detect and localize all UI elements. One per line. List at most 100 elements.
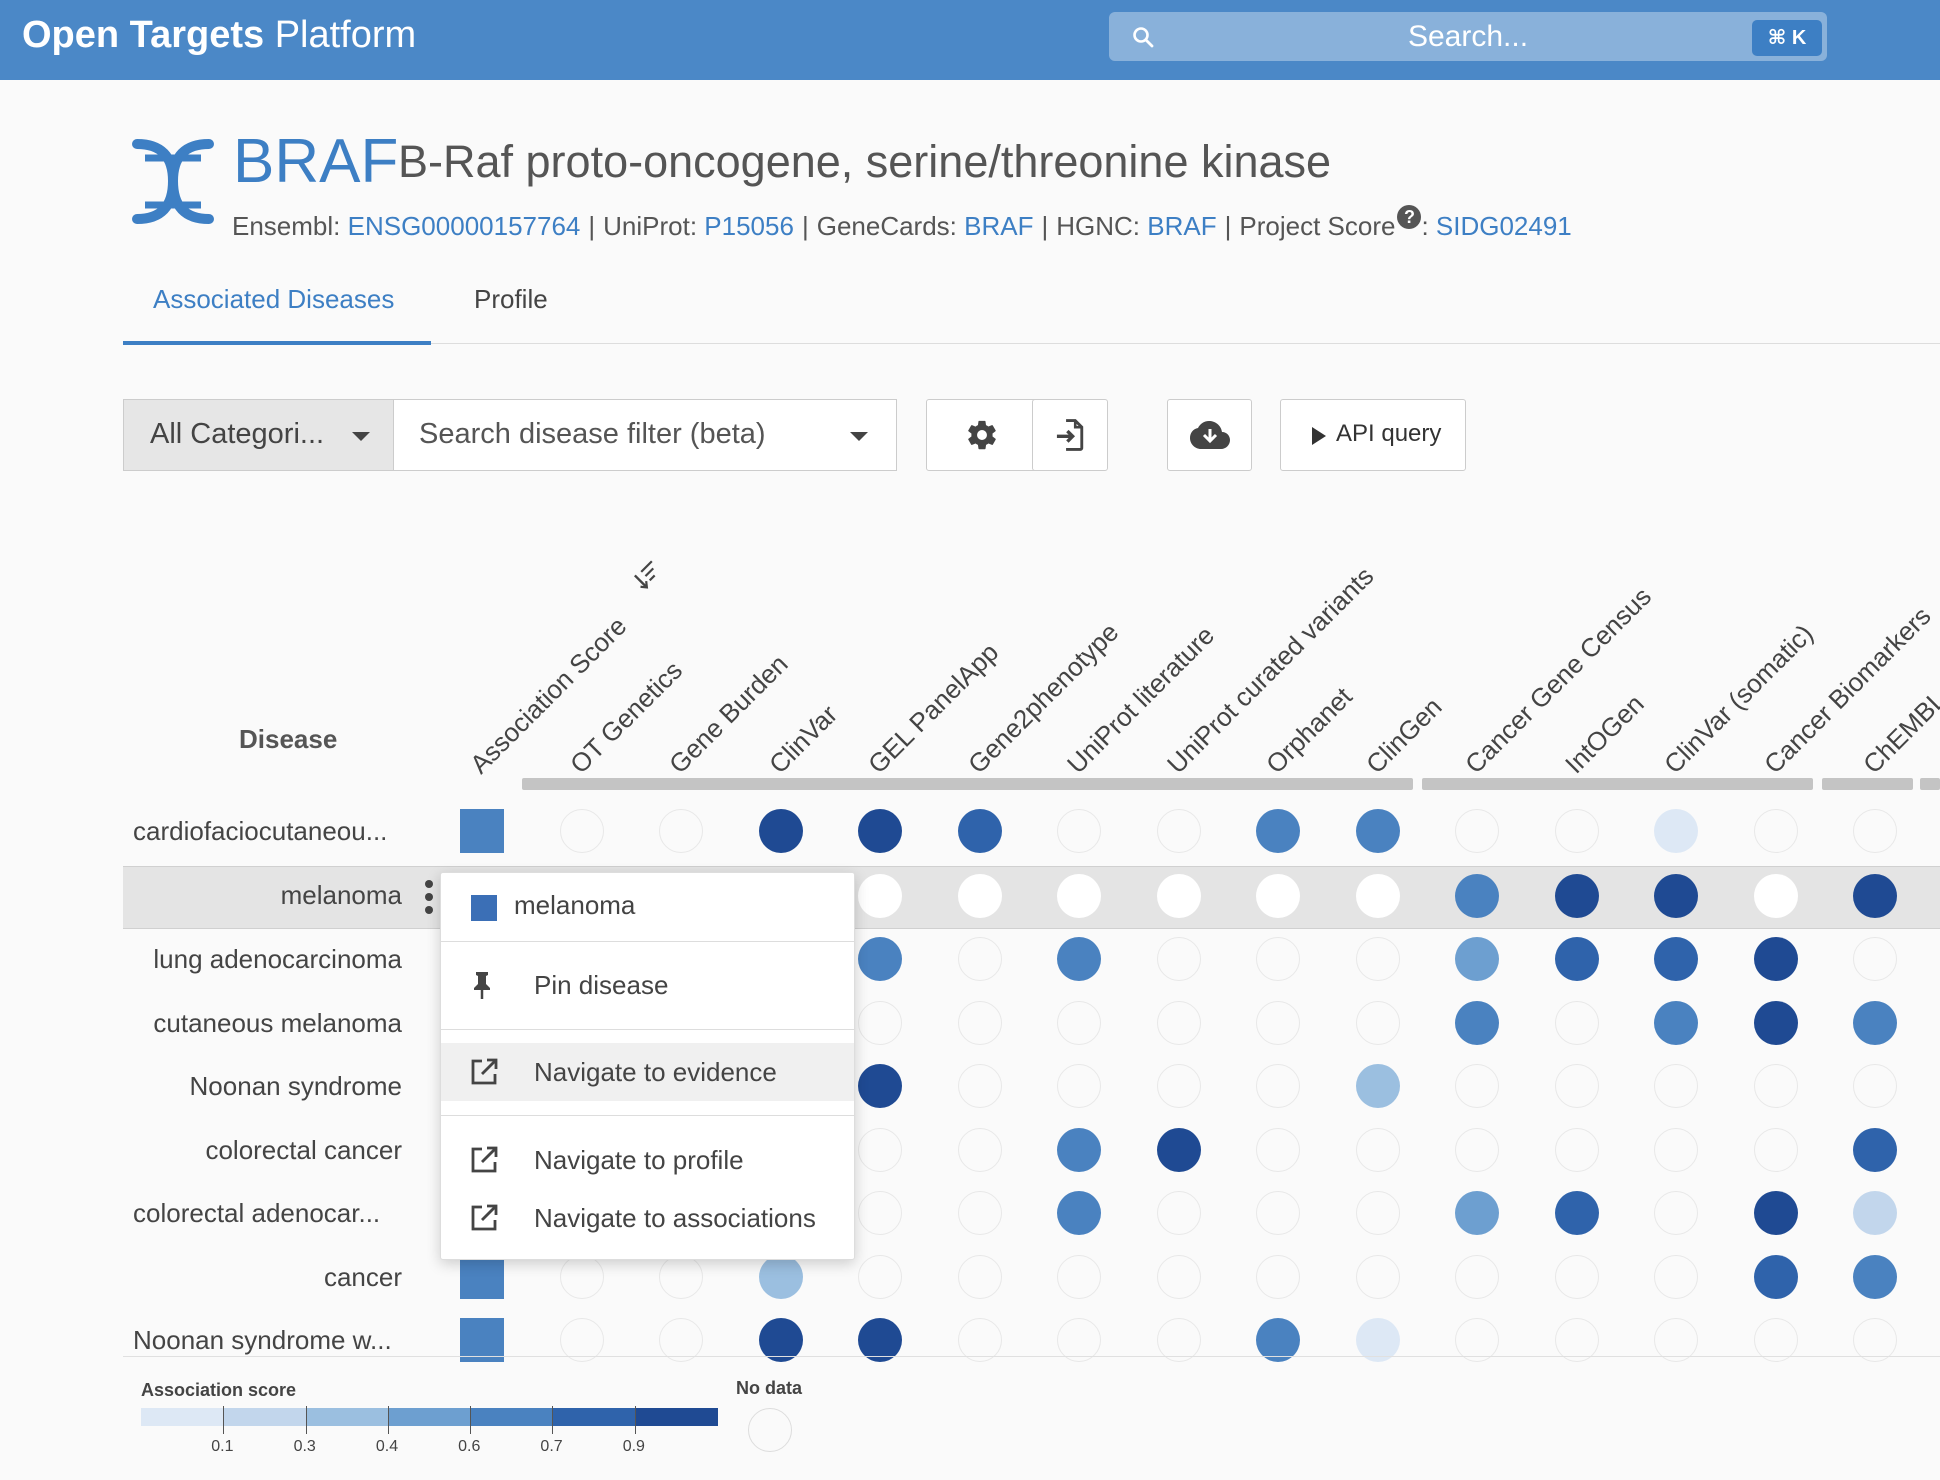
- evidence-cell[interactable]: [1355, 874, 1400, 918]
- evidence-cell[interactable]: [858, 1128, 902, 1172]
- evidence-cell[interactable]: [1654, 1128, 1698, 1172]
- disease-row-label[interactable]: melanoma: [281, 880, 402, 911]
- evidence-cell[interactable]: [1554, 809, 1599, 853]
- evidence-cell[interactable]: [1256, 874, 1300, 918]
- evidence-cell[interactable]: [957, 1128, 1002, 1172]
- column-header-orphanet[interactable]: Orphanet: [1260, 681, 1359, 780]
- export-button[interactable]: [1032, 399, 1108, 471]
- column-header-cancer-biomarkers[interactable]: Cancer Biomarkers: [1758, 601, 1937, 780]
- evidence-cell[interactable]: [1355, 1255, 1400, 1299]
- evidence-cell[interactable]: [1853, 1128, 1897, 1172]
- evidence-cell[interactable]: [1256, 809, 1300, 853]
- evidence-cell[interactable]: [858, 1064, 902, 1108]
- evidence-cell[interactable]: [1057, 1128, 1101, 1172]
- evidence-cell[interactable]: [1554, 1255, 1599, 1299]
- evidence-cell[interactable]: [1753, 1128, 1798, 1172]
- evidence-cell[interactable]: [1355, 1128, 1400, 1172]
- evidence-cell[interactable]: [1753, 1191, 1798, 1235]
- evidence-cell[interactable]: [1654, 809, 1698, 853]
- evidence-cell[interactable]: [957, 937, 1002, 981]
- disease-row-label[interactable]: cancer: [324, 1262, 402, 1293]
- genecards-link[interactable]: BRAF: [964, 211, 1033, 241]
- evidence-cell[interactable]: [1355, 937, 1400, 981]
- evidence-cell[interactable]: [1554, 1001, 1599, 1045]
- evidence-cell[interactable]: [1654, 1064, 1698, 1108]
- association-score-cell[interactable]: [460, 1255, 504, 1299]
- evidence-cell[interactable]: [1355, 1191, 1400, 1235]
- evidence-cell[interactable]: [1156, 1191, 1201, 1235]
- evidence-cell[interactable]: [1256, 1064, 1300, 1108]
- evidence-cell[interactable]: [1853, 1255, 1897, 1299]
- disease-row-label[interactable]: colorectal adenocar...: [133, 1198, 380, 1229]
- evidence-cell[interactable]: [1057, 809, 1101, 853]
- evidence-cell[interactable]: [1753, 809, 1798, 853]
- evidence-cell[interactable]: [957, 1001, 1002, 1045]
- evidence-cell[interactable]: [957, 1191, 1002, 1235]
- evidence-cell[interactable]: [957, 874, 1002, 918]
- more-vertical-icon[interactable]: [422, 876, 436, 918]
- evidence-cell[interactable]: [957, 1064, 1002, 1108]
- evidence-cell[interactable]: [1753, 937, 1798, 981]
- uniprot-link[interactable]: P15056: [704, 211, 794, 241]
- evidence-cell[interactable]: [1355, 1001, 1400, 1045]
- disease-row-label[interactable]: Noonan syndrome: [190, 1071, 402, 1102]
- tab-associated-diseases[interactable]: Associated Diseases: [153, 284, 394, 315]
- evidence-cell[interactable]: [1853, 1064, 1897, 1108]
- evidence-cell[interactable]: [1455, 1255, 1499, 1299]
- evidence-cell[interactable]: [1554, 874, 1599, 918]
- disease-row-label[interactable]: cardiofaciocutaneou...: [133, 816, 387, 847]
- evidence-cell[interactable]: [1654, 1001, 1698, 1045]
- evidence-cell[interactable]: [1057, 874, 1101, 918]
- evidence-cell[interactable]: [1355, 1064, 1400, 1108]
- evidence-cell[interactable]: [1753, 1064, 1798, 1108]
- evidence-cell[interactable]: [758, 1255, 803, 1299]
- evidence-cell[interactable]: [1156, 874, 1201, 918]
- column-header-clingen[interactable]: ClinGen: [1360, 692, 1448, 780]
- disease-row-label[interactable]: colorectal cancer: [205, 1135, 402, 1166]
- hgnc-link[interactable]: BRAF: [1147, 211, 1216, 241]
- sort-desc-icon[interactable]: [634, 559, 664, 589]
- evidence-cell[interactable]: [1057, 937, 1101, 981]
- pin-disease-item[interactable]: Pin disease: [441, 956, 854, 1014]
- evidence-cell[interactable]: [1156, 809, 1201, 853]
- evidence-cell[interactable]: [1853, 937, 1897, 981]
- navigate-to-profile-item[interactable]: Navigate to profile: [441, 1131, 854, 1189]
- column-header-cancer-gene-census[interactable]: Cancer Gene Census: [1459, 581, 1658, 780]
- disease-row-label[interactable]: Noonan syndrome w...: [133, 1325, 392, 1356]
- evidence-cell[interactable]: [1455, 809, 1499, 853]
- evidence-cell[interactable]: [1256, 1001, 1300, 1045]
- evidence-cell[interactable]: [1057, 1064, 1101, 1108]
- evidence-cell[interactable]: [1156, 1128, 1201, 1172]
- help-icon[interactable]: ?: [1397, 205, 1422, 229]
- evidence-cell[interactable]: [758, 809, 803, 853]
- evidence-cell[interactable]: [1156, 1001, 1201, 1045]
- disease-filter-input[interactable]: Search disease filter (beta): [393, 399, 897, 471]
- evidence-cell[interactable]: [1455, 1191, 1499, 1235]
- evidence-cell[interactable]: [1853, 1001, 1897, 1045]
- evidence-cell[interactable]: [1256, 937, 1300, 981]
- evidence-cell[interactable]: [1753, 1255, 1798, 1299]
- evidence-cell[interactable]: [1654, 1191, 1698, 1235]
- evidence-cell[interactable]: [858, 1255, 902, 1299]
- evidence-cell[interactable]: [957, 809, 1002, 853]
- navigate-to-evidence-item[interactable]: Navigate to evidence: [441, 1043, 854, 1101]
- project-score-link[interactable]: SIDG02491: [1436, 211, 1572, 241]
- evidence-cell[interactable]: [1853, 809, 1897, 853]
- column-header-intogen[interactable]: IntOGen: [1559, 689, 1650, 780]
- global-search[interactable]: Search... ⌘ K: [1109, 12, 1827, 61]
- evidence-cell[interactable]: [858, 1001, 902, 1045]
- evidence-cell[interactable]: [1156, 1064, 1201, 1108]
- evidence-cell[interactable]: [559, 1255, 604, 1299]
- evidence-cell[interactable]: [1057, 1001, 1101, 1045]
- evidence-cell[interactable]: [1554, 1064, 1599, 1108]
- column-header-clinvar[interactable]: ClinVar: [763, 699, 844, 780]
- evidence-cell[interactable]: [1753, 1001, 1798, 1045]
- evidence-cell[interactable]: [1753, 874, 1798, 918]
- evidence-cell[interactable]: [1654, 1255, 1698, 1299]
- evidence-cell[interactable]: [1455, 1001, 1499, 1045]
- evidence-cell[interactable]: [1554, 937, 1599, 981]
- evidence-cell[interactable]: [1256, 1255, 1300, 1299]
- evidence-cell[interactable]: [1256, 1128, 1300, 1172]
- evidence-cell[interactable]: [1554, 1191, 1599, 1235]
- evidence-cell[interactable]: [1355, 809, 1400, 853]
